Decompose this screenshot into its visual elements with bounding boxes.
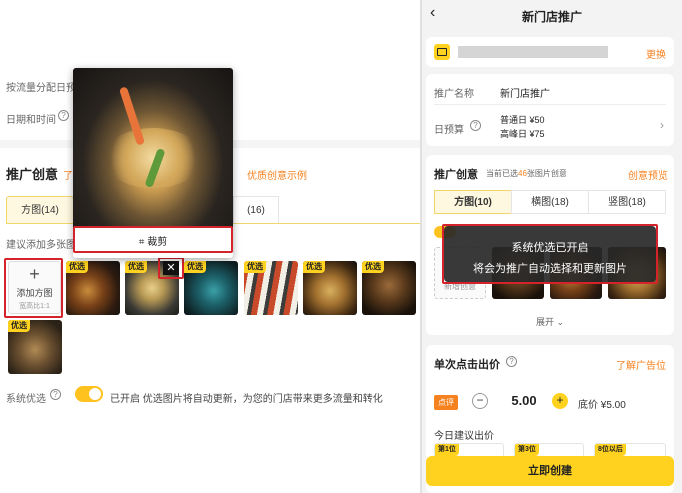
creative-count-number: 46 [518,169,527,178]
bid-title: 单次点击出价 [434,359,500,371]
creative-thumbnail[interactable]: 优选 [66,261,120,315]
preferred-badge: 优选 [184,261,206,273]
system-label: 系统优选 [6,394,46,405]
date-label: 日期和时间 [6,115,56,126]
creative-thumbnail[interactable]: 优选 [184,261,238,315]
store-name-redacted [458,46,608,58]
chevron-right-icon[interactable]: › [660,118,664,132]
creative-count-suffix: 张图片创意 [526,169,567,178]
help-icon[interactable]: ? [506,356,517,367]
tab-other[interactable]: (16) [233,196,279,224]
tab-portrait[interactable]: 竖图(18) [588,190,666,214]
preferred-badge: 优选 [66,261,88,273]
highlight-box [73,226,233,253]
page-title: 新门店推广 [521,10,582,24]
highlight-box [158,257,184,279]
tab-square[interactable]: 方图(14) [6,196,74,224]
toggle-knob [89,388,101,400]
header: ‹ 新门店推广 [422,0,682,30]
bid-value[interactable]: 5.00 [496,393,552,408]
system-desc: 已开启 优选图片将自动更新，为您的门店带来更多流量和转化 [110,394,383,405]
creative-thumbnail[interactable]: 优选 [244,261,298,315]
plus-button[interactable]: + [552,393,568,409]
name-value[interactable]: 新门店推广 [500,85,550,100]
creative-thumbnail[interactable]: 优选 [362,261,416,315]
system-toggle[interactable] [75,386,103,402]
highlight-box [442,224,658,284]
rank-badge: 第1位 [435,444,459,456]
help-icon[interactable]: ? [50,389,61,400]
store-card: 更换 [426,37,674,67]
basic-info-card: 推广名称 新门店推广 日预算 ? 普通日 ¥50 高峰日 ¥75 › [426,74,674,146]
creative-tabs: 方图(10) 横图(18) 竖图(18) [434,190,666,214]
right-panel: ‹ 新门店推广 更换 推广名称 新门店推广 日预算 ? 普通日 ¥50 高峰日 … [422,0,682,493]
tab-square[interactable]: 方图(10) [434,190,512,214]
creative-example-link[interactable]: 优质创意示例 [247,167,307,182]
suggest-text: 建议添加多张图 [6,240,76,251]
creative-preview-link[interactable]: 创意预览 [628,167,668,182]
creative-title: 推广创意 [6,167,59,182]
tempura-photo [73,68,233,228]
preferred-badge: 优选 [303,261,325,273]
creative-thumbnail[interactable]: 优选 [8,320,62,374]
rank-badge: 8位以后 [595,444,626,456]
store-icon-shape [437,48,447,56]
change-store-link[interactable]: 更换 [646,46,666,61]
bid-tag: 点评 [434,395,458,410]
store-icon [434,44,450,60]
traffic-text: 按流量分配日预 [6,83,76,94]
creative-count-prefix: 当前已选 [486,169,518,178]
create-button[interactable]: 立即创建 [426,456,674,486]
budget-label: 日预算 [434,125,464,136]
rank-badge: 第3位 [515,444,539,456]
expand-toggle[interactable]: 展开 ⌄ [426,315,674,328]
ad-position-link[interactable]: 了解广告位 [616,357,666,372]
preferred-badge: 优选 [362,261,384,273]
creative-thumbnail[interactable]: 优选 [303,261,357,315]
budget-peak: 高峰日 ¥75 [500,129,545,139]
help-icon[interactable]: ? [58,110,69,121]
today-bid-label: 今日建议出价 [434,431,494,442]
divider [434,104,666,105]
creative-count: 当前已选46张图片创意 [486,168,567,179]
creative-hint: 了 [63,171,73,182]
expand-label: 展开 [535,317,554,327]
budget-weekday: 普通日 ¥50 [500,115,545,125]
highlight-box [4,258,63,318]
preferred-badge: 优选 [8,320,30,332]
bid-floor: 底价 ¥5.00 [578,400,626,411]
tab-landscape[interactable]: 横图(18) [511,190,589,214]
help-icon[interactable]: ? [470,120,481,131]
preferred-badge: 优选 [125,261,147,273]
creative-title: 推广创意 [434,169,478,181]
name-label: 推广名称 [434,89,474,100]
preferred-badge: 优选 [244,261,266,273]
left-panel: 按流量分配日预 日期和时间 ? 推广创意 了 优质创意示例 方图(14) (16… [0,0,420,493]
chevron-down-icon: ⌄ [556,317,565,327]
minus-button[interactable]: − [472,393,488,409]
